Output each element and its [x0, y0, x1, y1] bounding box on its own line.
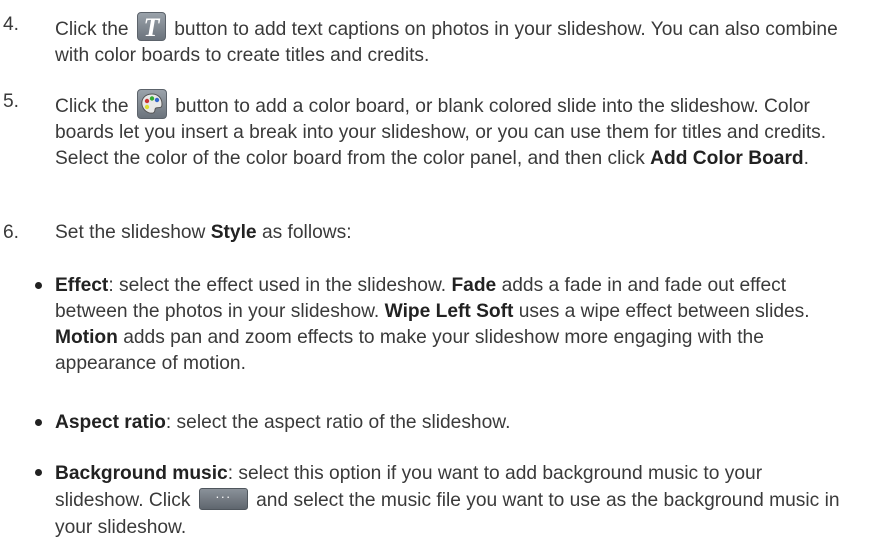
style-label: Style: [210, 222, 257, 243]
step-text: Set the slideshow Style as follows:: [55, 222, 352, 243]
step-number: 6.: [3, 222, 20, 243]
step-number: 4.: [3, 14, 20, 35]
bullet-dot: [35, 419, 42, 426]
more-options-icon[interactable]: ···: [198, 488, 248, 510]
bullet-text: Background music: select this option if …: [55, 463, 840, 538]
bullet-text: Aspect ratio: select the aspect ratio of…: [55, 412, 511, 433]
add-color-board-label: Add Color Board: [650, 148, 804, 169]
help-page: 4. Click the T button to add text captio…: [0, 0, 877, 548]
text-caption-icon[interactable]: T: [136, 12, 166, 42]
bullet-dot: [35, 282, 42, 289]
palette-icon[interactable]: [136, 89, 167, 119]
step-text: Click the T button to add text captions …: [55, 12, 838, 66]
bullet-dot: [35, 469, 42, 476]
step-text: Click the button to add a color board, o…: [55, 89, 855, 172]
bullet-text: Effect: select the effect used in the sl…: [55, 275, 810, 374]
step-number: 5.: [3, 91, 20, 112]
